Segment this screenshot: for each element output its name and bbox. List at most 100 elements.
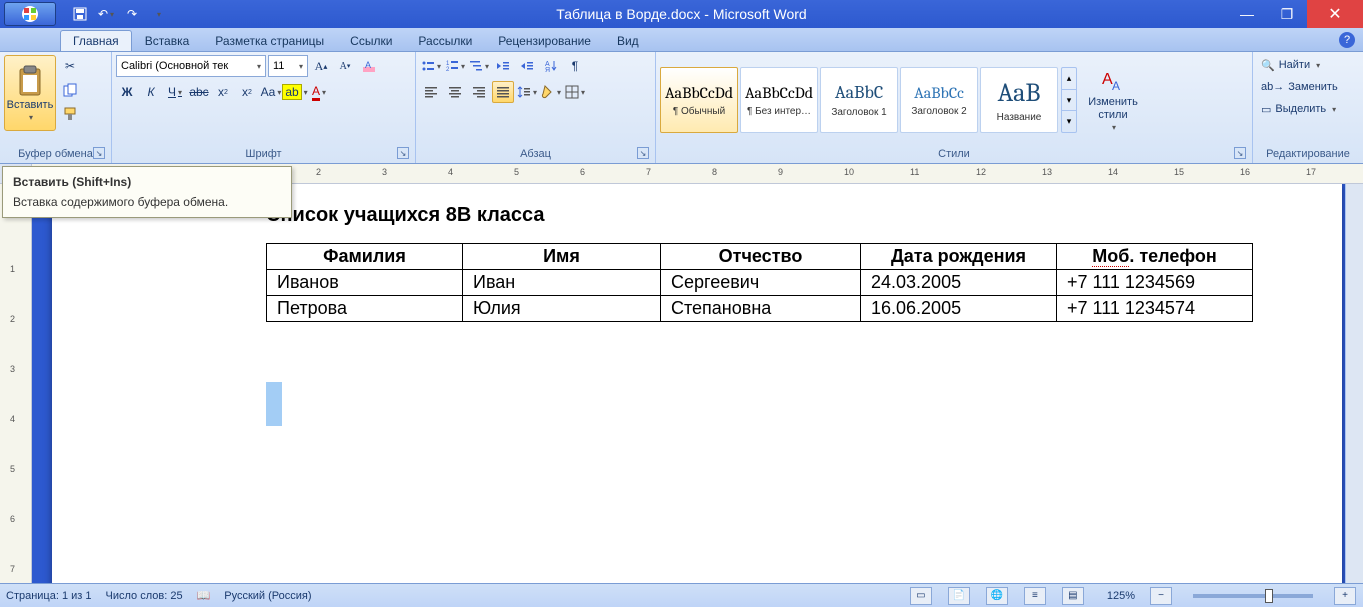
change-styles-label: Изменить стили: [1081, 96, 1145, 120]
clear-formatting-icon[interactable]: A: [358, 55, 380, 77]
status-words[interactable]: Число слов: 25: [106, 590, 183, 602]
quick-access-toolbar: ↶▾ ↷ ▾: [0, 0, 170, 28]
group-paragraph-label: Абзац: [520, 148, 551, 160]
svg-text:Я: Я: [545, 67, 550, 73]
increase-indent-icon[interactable]: [516, 55, 538, 77]
style-Заголовок 1[interactable]: AaBbCЗаголовок 1: [820, 67, 898, 133]
group-font-label: Шрифт: [245, 148, 281, 160]
styles-launcher[interactable]: ↘: [1234, 147, 1246, 159]
find-button[interactable]: 🔍Найти▾: [1257, 55, 1342, 75]
qat-customize-icon[interactable]: ▾: [146, 3, 170, 25]
style-Название[interactable]: AaBНазвание: [980, 67, 1058, 133]
strike-icon[interactable]: abc: [188, 81, 210, 103]
shading-icon[interactable]: ▾: [540, 81, 562, 103]
view-web-icon[interactable]: 🌐: [986, 587, 1008, 605]
view-draft-icon[interactable]: ▤: [1062, 587, 1084, 605]
tab-Вид[interactable]: Вид: [604, 30, 652, 51]
group-editing: 🔍Найти▾ ab→Заменить ▭Выделить▾ Редактиро…: [1253, 52, 1363, 163]
font-size-combo[interactable]: 11▾: [268, 55, 308, 77]
styles-down-icon[interactable]: ▾: [1062, 90, 1076, 112]
font-launcher[interactable]: ↘: [397, 147, 409, 159]
vertical-scrollbar[interactable]: [1345, 184, 1363, 583]
highlight-icon[interactable]: ab▾: [284, 81, 306, 103]
styles-gallery[interactable]: AaBbCcDd¶ ОбычныйAaBbCcDd¶ Без интер…AaB…: [660, 67, 1058, 133]
qat-redo-icon[interactable]: ↷: [120, 3, 144, 25]
minimize-button[interactable]: —: [1227, 0, 1267, 28]
table-row: ИвановИванСергеевич24.03.2005+7 111 1234…: [267, 270, 1253, 296]
zoom-in-button[interactable]: +: [1334, 587, 1356, 605]
page: Список учащихся 8В класса ФамилияИмяОтче…: [52, 184, 1342, 583]
bold-icon[interactable]: Ж: [116, 81, 138, 103]
ribbon-tabs: ГлавнаяВставкаРазметка страницыСсылкиРас…: [0, 28, 1363, 52]
table-header: Имя: [463, 244, 661, 270]
italic-icon[interactable]: К: [140, 81, 162, 103]
multilevel-icon[interactable]: ▾: [468, 55, 490, 77]
status-bar: Страница: 1 из 1 Число слов: 25 📖 Русски…: [0, 583, 1363, 607]
numbering-icon[interactable]: 12▾: [444, 55, 466, 77]
decrease-indent-icon[interactable]: [492, 55, 514, 77]
qat-save-icon[interactable]: [68, 3, 92, 25]
view-outline-icon[interactable]: ≡: [1024, 587, 1046, 605]
change-styles-button[interactable]: AA Изменить стили ▾: [1080, 62, 1146, 138]
subscript-icon[interactable]: x2: [212, 81, 234, 103]
sort-icon[interactable]: AЯ: [540, 55, 562, 77]
align-left-icon[interactable]: [420, 81, 442, 103]
status-language[interactable]: Русский (Россия): [224, 590, 311, 602]
qat-undo-icon[interactable]: ↶▾: [94, 3, 118, 25]
paste-button[interactable]: Вставить ▾: [4, 55, 56, 131]
cut-icon[interactable]: ✂: [59, 55, 81, 77]
superscript-icon[interactable]: x2: [236, 81, 258, 103]
font-color-icon[interactable]: A▾: [308, 81, 330, 103]
text-cursor-selection: [266, 382, 282, 426]
tab-Главная[interactable]: Главная: [60, 30, 132, 51]
styles-up-icon[interactable]: ▴: [1062, 68, 1076, 90]
style-¶ Обычный[interactable]: AaBbCcDd¶ Обычный: [660, 67, 738, 133]
tab-Разметка страницы[interactable]: Разметка страницы: [202, 30, 337, 51]
office-button[interactable]: [4, 2, 56, 26]
workspace: 1234567 Список учащихся 8В класса Фамили…: [0, 184, 1363, 583]
shrink-font-icon[interactable]: A▾: [334, 55, 356, 77]
underline-icon[interactable]: Ч▾: [164, 81, 186, 103]
clipboard-launcher[interactable]: ↘: [93, 147, 105, 159]
styles-more-icon[interactable]: ▾: [1062, 111, 1076, 132]
select-button[interactable]: ▭Выделить▾: [1257, 99, 1342, 119]
styles-scroll[interactable]: ▴ ▾ ▾: [1061, 67, 1077, 133]
style-¶ Без интер…[interactable]: AaBbCcDd¶ Без интер…: [740, 67, 818, 133]
group-editing-label: Редактирование: [1266, 148, 1350, 160]
title-bar: ↶▾ ↷ ▾ Таблица в Ворде.docx - Microsoft …: [0, 0, 1363, 28]
zoom-level[interactable]: 125%: [1107, 590, 1135, 602]
tab-Вставка[interactable]: Вставка: [132, 30, 203, 51]
close-button[interactable]: ✕: [1307, 0, 1363, 28]
tab-Рецензирование[interactable]: Рецензирование: [485, 30, 604, 51]
align-right-icon[interactable]: [468, 81, 490, 103]
format-painter-icon[interactable]: [59, 103, 81, 125]
proofing-icon[interactable]: 📖: [197, 589, 211, 602]
font-name-combo[interactable]: Calibri (Основной тек▾: [116, 55, 266, 77]
grow-font-icon[interactable]: A▴: [310, 55, 332, 77]
copy-icon[interactable]: [59, 79, 81, 101]
paste-label: Вставить: [7, 99, 54, 111]
style-Заголовок 2[interactable]: AaBbCcЗаголовок 2: [900, 67, 978, 133]
tab-Ссылки[interactable]: Ссылки: [337, 30, 405, 51]
tab-Рассылки[interactable]: Рассылки: [405, 30, 485, 51]
help-icon[interactable]: ?: [1339, 32, 1355, 48]
maximize-button[interactable]: ❐: [1267, 0, 1307, 28]
zoom-out-button[interactable]: −: [1150, 587, 1172, 605]
vertical-ruler[interactable]: 1234567: [0, 184, 32, 583]
svg-text:A: A: [1112, 79, 1120, 93]
view-print-layout-icon[interactable]: ▭: [910, 587, 932, 605]
view-reading-icon[interactable]: 📄: [948, 587, 970, 605]
status-page[interactable]: Страница: 1 из 1: [6, 590, 92, 602]
window-title: Таблица в Ворде.docx - Microsoft Word: [0, 6, 1363, 22]
line-spacing-icon[interactable]: ▾: [516, 81, 538, 103]
replace-button[interactable]: ab→Заменить: [1257, 77, 1342, 97]
justify-icon[interactable]: [492, 81, 514, 103]
align-center-icon[interactable]: [444, 81, 466, 103]
zoom-slider[interactable]: [1193, 594, 1313, 598]
show-marks-icon[interactable]: ¶: [564, 55, 586, 77]
borders-icon[interactable]: ▾: [564, 81, 586, 103]
bullets-icon[interactable]: ▾: [420, 55, 442, 77]
paragraph-launcher[interactable]: ↘: [637, 147, 649, 159]
change-case-icon[interactable]: Aa▾: [260, 81, 282, 103]
document-area[interactable]: Список учащихся 8В класса ФамилияИмяОтче…: [32, 184, 1345, 583]
